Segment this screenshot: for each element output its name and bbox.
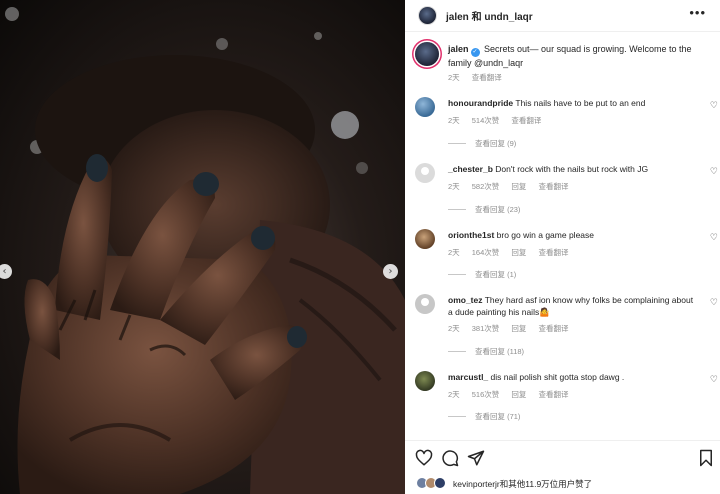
- liker-avatar: [434, 477, 446, 489]
- comment-item: _chester_b Don't rock with the nails but…: [405, 163, 720, 228]
- bookmark-icon[interactable]: [697, 449, 715, 467]
- heart-outline-icon[interactable]: ♡: [710, 167, 718, 177]
- caption-avatar[interactable]: [415, 42, 439, 66]
- comment-likes[interactable]: 164次赞: [472, 248, 500, 257]
- comment-likes[interactable]: 516次赞: [472, 390, 500, 399]
- comment-username[interactable]: _chester_b: [448, 164, 493, 174]
- comment-bubble-icon[interactable]: [441, 449, 459, 467]
- heart-outline-icon[interactable]: ♡: [710, 233, 718, 243]
- paper-plane-icon[interactable]: [467, 449, 485, 467]
- comment-text: Don't rock with the nails but rock with …: [495, 164, 649, 174]
- post-details-panel: jalen 和 undn_laqr ••• jalen ✓ Secrets out…: [405, 0, 720, 494]
- comment-body: orionthe1st bro go win a game please: [448, 229, 698, 241]
- likes-summary[interactable]: kevinporterjr和其他11.9万位用户赞了: [453, 478, 592, 490]
- post-header: jalen 和 undn_laqr •••: [405, 0, 720, 32]
- comment-translate-link[interactable]: 查看翻译: [511, 116, 541, 125]
- view-replies-label[interactable]: 查看回复 (118): [475, 347, 524, 356]
- comment-meta: 2天 381次赞 回复 查看翻译: [448, 323, 578, 334]
- comment-item: honourandpride This nails have to be put…: [405, 97, 720, 162]
- comment-time: 2天: [448, 390, 460, 399]
- comment-likes[interactable]: 381次赞: [472, 324, 500, 333]
- comment-time: 2天: [448, 116, 460, 125]
- comment-translate-link[interactable]: 查看翻译: [538, 390, 568, 399]
- comment-username[interactable]: omo_tez: [448, 295, 482, 305]
- caption-translate-link[interactable]: 查看翻译: [472, 73, 502, 82]
- comment-meta: 2天 514次赞 查看翻译: [448, 115, 551, 126]
- comment-likes[interactable]: 514次赞: [472, 116, 500, 125]
- comment-reply-link[interactable]: 回复: [511, 182, 526, 191]
- comment-reply-link[interactable]: 回复: [511, 248, 526, 257]
- view-replies-label[interactable]: 查看回复 (9): [475, 139, 516, 148]
- comment-meta: 2天 164次赞 回复 查看翻译: [448, 247, 578, 258]
- comment-item: omo_tez They hard asf ion know why folks…: [405, 294, 720, 359]
- verified-badge-icon: ✓: [470, 48, 480, 57]
- commenter-avatar[interactable]: [415, 229, 435, 249]
- comment-reply-link[interactable]: 回复: [511, 324, 526, 333]
- comment-username[interactable]: honourandpride: [448, 98, 513, 108]
- comment-text: This nails have to be put to an end: [515, 98, 646, 108]
- comment-reply-link[interactable]: 回复: [511, 390, 526, 399]
- photo-illustration: [5, 7, 405, 494]
- caption-meta: 2天 查看翻译: [448, 72, 512, 83]
- commenter-avatar[interactable]: [415, 294, 435, 314]
- replies-divider: [448, 274, 466, 275]
- comment-likes[interactable]: 582次赞: [472, 182, 500, 191]
- caption-username[interactable]: jalen: [448, 44, 469, 54]
- view-replies-link[interactable]: 查看回复 (71): [448, 411, 520, 422]
- replies-divider: [448, 351, 466, 352]
- replies-divider: [448, 143, 466, 144]
- comment-username[interactable]: marcustl_: [448, 372, 488, 382]
- commenter-avatar[interactable]: [415, 97, 435, 117]
- replies-divider: [448, 416, 466, 417]
- view-replies-link[interactable]: 查看回复 (1): [448, 269, 516, 280]
- comment-meta: 2天 516次赞 回复 查看翻译: [448, 389, 578, 400]
- comment-text: dis nail polish shit gotta stop dawg .: [490, 372, 625, 382]
- heart-outline-icon[interactable]: ♡: [710, 375, 718, 385]
- comment-time: 2天: [448, 182, 460, 191]
- view-replies-link[interactable]: 查看回复 (9): [448, 138, 516, 149]
- comment-item: marcustl_ dis nail polish shit gotta sto…: [405, 371, 720, 436]
- heart-outline-icon[interactable]: ♡: [710, 298, 718, 308]
- chevron-right-icon[interactable]: ›: [383, 264, 398, 279]
- comment-translate-link[interactable]: 查看翻译: [538, 248, 568, 257]
- heart-outline-icon[interactable]: [415, 449, 433, 467]
- view-replies-label[interactable]: 查看回复 (71): [475, 412, 520, 421]
- comment-translate-link[interactable]: 查看翻译: [538, 324, 568, 333]
- liked-by-avatars[interactable]: [416, 477, 450, 489]
- heart-outline-icon[interactable]: ♡: [710, 101, 718, 111]
- comment-meta: 2天 582次赞 回复 查看翻译: [448, 181, 578, 192]
- more-horizontal-icon[interactable]: •••: [689, 5, 706, 20]
- comment-text: bro go win a game please: [496, 230, 594, 240]
- comment-body: marcustl_ dis nail polish shit gotta sto…: [448, 371, 698, 383]
- replies-divider: [448, 209, 466, 210]
- post-caption: jalen ✓ Secrets out— our squad is growing…: [448, 43, 710, 70]
- post-actions-bar: kevinporterjr和其他11.9万位用户赞了: [405, 440, 720, 494]
- commenter-avatar[interactable]: [415, 163, 435, 183]
- caption-text: Secrets out— our squad is growing. Welco…: [448, 44, 692, 68]
- comment-text: They hard asf ion know why folks be comp…: [448, 295, 694, 317]
- comment-body: _chester_b Don't rock with the nails but…: [448, 163, 698, 175]
- comment-body: honourandpride This nails have to be put…: [448, 97, 698, 109]
- comment-time: 2天: [448, 324, 460, 333]
- view-replies-link[interactable]: 查看回复 (118): [448, 346, 524, 357]
- comment-body: omo_tez They hard asf ion know why folks…: [448, 294, 698, 318]
- comment-username[interactable]: orionthe1st: [448, 230, 494, 240]
- commenter-avatar[interactable]: [415, 371, 435, 391]
- comment-item: orionthe1st bro go win a game please ♡ 2…: [405, 229, 720, 294]
- post-authors[interactable]: jalen 和 undn_laqr: [446, 8, 533, 23]
- view-replies-label[interactable]: 查看回复 (23): [475, 205, 520, 214]
- comment-translate-link[interactable]: 查看翻译: [538, 182, 568, 191]
- view-replies-label[interactable]: 查看回复 (1): [475, 270, 516, 279]
- author-avatar[interactable]: [418, 6, 437, 25]
- view-replies-link[interactable]: 查看回复 (23): [448, 204, 520, 215]
- caption-time: 2天: [448, 73, 460, 82]
- comment-time: 2天: [448, 248, 460, 257]
- post-photo: ‹ ›: [0, 0, 405, 494]
